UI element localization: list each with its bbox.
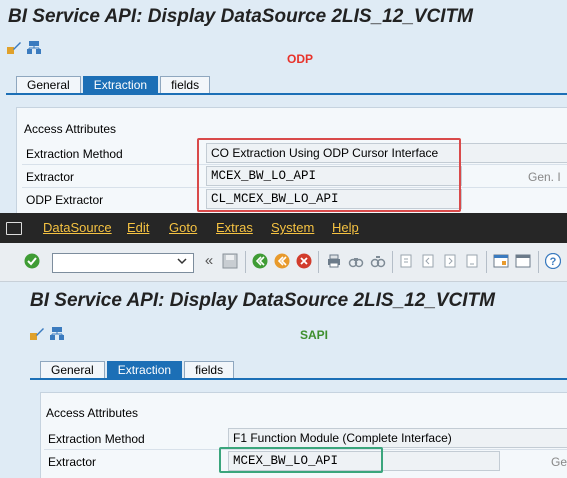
last-page-icon[interactable] <box>464 253 480 269</box>
menu-bar: DataSource Edit Goto Extras System Help <box>0 213 567 243</box>
sapi-annotation: SAPI <box>300 328 329 342</box>
extractor-label: Extractor <box>48 455 97 469</box>
group-title: Access Attributes <box>46 406 139 420</box>
print-icon[interactable] <box>326 253 342 269</box>
chevron-down-icon[interactable] <box>176 255 188 267</box>
tab-fields[interactable]: fields <box>184 361 235 379</box>
menu-edit[interactable]: Edit <box>127 220 149 235</box>
odp-annotation: ODP <box>287 52 314 66</box>
next-page-icon[interactable] <box>442 253 458 269</box>
tabstrip: General Extraction fields <box>40 361 236 379</box>
tabstrip: General Extraction fields <box>16 76 212 94</box>
hierarchy-icon[interactable] <box>49 326 65 342</box>
new-session-icon[interactable] <box>493 253 509 269</box>
toolbar-separator <box>318 251 319 273</box>
tab-underline <box>30 378 567 380</box>
tab-extraction[interactable]: Extraction <box>106 361 183 379</box>
sapi-screen: BI Service API: Display DataSource 2LIS_… <box>0 282 567 478</box>
tab-underline <box>6 93 567 95</box>
toolbar-separator <box>538 251 539 273</box>
menu-help[interactable]: Help <box>332 220 359 235</box>
display-change-icon[interactable] <box>29 326 45 342</box>
svg-text:?: ? <box>550 256 557 268</box>
page-title: BI Service API: Display DataSource 2LIS_… <box>8 6 473 27</box>
menu-extras[interactable]: Extras <box>216 220 253 235</box>
tab-fields[interactable]: fields <box>160 76 211 94</box>
exit-icon[interactable] <box>274 253 290 269</box>
menu-datasource[interactable]: DataSource <box>43 220 112 235</box>
tab-general[interactable]: General <box>16 76 81 94</box>
hierarchy-icon[interactable] <box>26 40 42 56</box>
help-icon[interactable]: ? <box>545 253 561 269</box>
odp-screen: BI Service API: Display DataSource 2LIS_… <box>0 0 567 213</box>
find-next-icon[interactable] <box>370 253 386 269</box>
extractor-label: Extractor <box>26 170 75 184</box>
gen-label: Gen. I <box>528 170 561 184</box>
odp-extractor-label: ODP Extractor <box>26 193 104 207</box>
enter-check-icon[interactable] <box>24 253 40 269</box>
extraction-method-label: Extraction Method <box>48 432 145 446</box>
first-page-icon[interactable] <box>398 253 414 269</box>
toolbar-separator <box>245 251 246 273</box>
previous-page-icon[interactable] <box>420 253 436 269</box>
toolbar-separator <box>486 251 487 273</box>
standard-toolbar: « ? <box>0 243 567 282</box>
display-change-icon[interactable] <box>6 40 22 56</box>
tab-extraction[interactable]: Extraction <box>82 76 159 94</box>
window-menu-icon[interactable] <box>6 222 22 235</box>
find-icon[interactable] <box>348 253 364 269</box>
title-bar: BI Service API: Display DataSource 2LIS_… <box>0 0 567 36</box>
odp-highlight-box <box>197 138 461 212</box>
menu-goto[interactable]: Goto <box>169 220 197 235</box>
group-title: Access Attributes <box>24 122 117 136</box>
toolbar-separator <box>392 251 393 273</box>
cancel-icon[interactable] <box>296 253 312 269</box>
save-icon[interactable] <box>222 253 238 269</box>
command-field[interactable] <box>52 253 194 273</box>
page-title: BI Service API: Display DataSource 2LIS_… <box>30 290 495 311</box>
gen-label: Ge <box>551 455 567 469</box>
extraction-method-label: Extraction Method <box>26 147 123 161</box>
menu-system[interactable]: System <box>271 220 314 235</box>
collapse-chevron-icon[interactable]: « <box>201 253 217 269</box>
tab-general[interactable]: General <box>40 361 105 379</box>
shortcut-icon[interactable] <box>515 253 531 269</box>
sapi-highlight-box <box>219 447 383 473</box>
back-icon[interactable] <box>252 253 268 269</box>
extraction-method-field[interactable]: F1 Function Module (Complete Interface) <box>228 428 567 448</box>
